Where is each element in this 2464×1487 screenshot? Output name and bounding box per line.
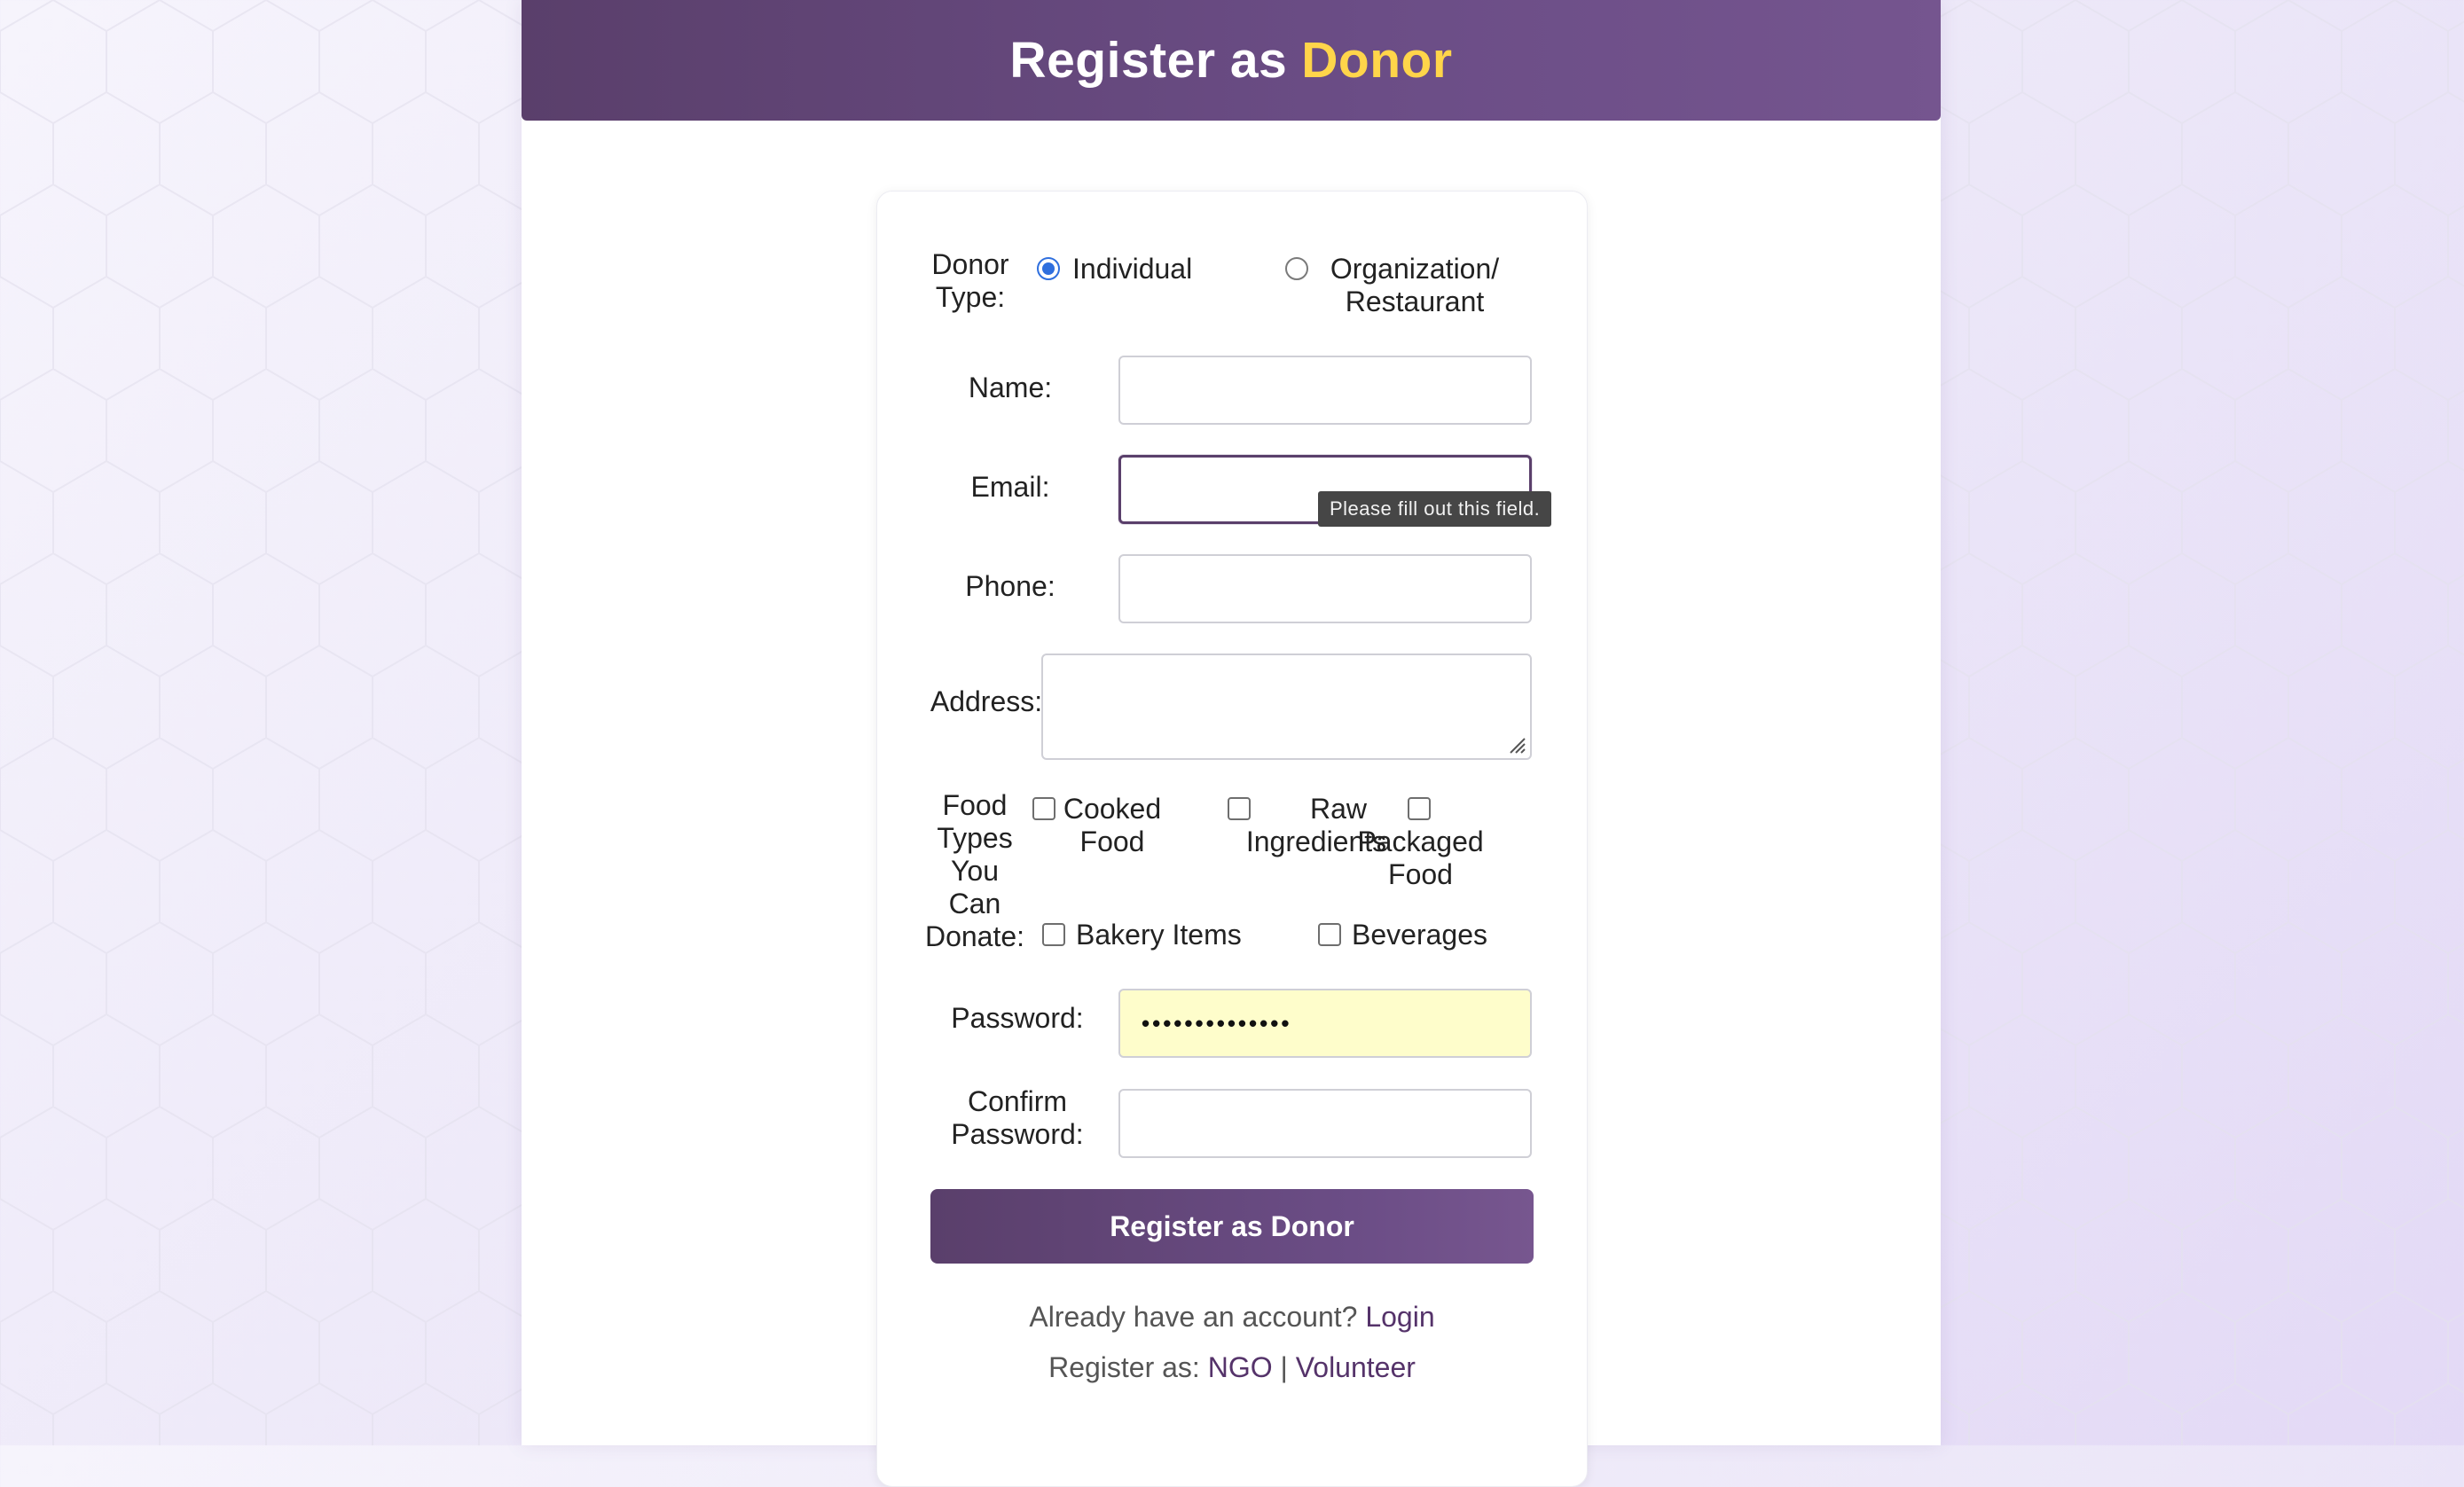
- food-packaged-label[interactable]: Packaged Food: [1356, 826, 1485, 891]
- page-header: Register as Donor: [522, 0, 1941, 121]
- phone-label: Phone:: [965, 570, 1055, 602]
- name-label: Name:: [968, 372, 1053, 403]
- phone-input[interactable]: [1118, 554, 1532, 623]
- donor-type-label: Donor Type:: [931, 248, 1009, 313]
- food-cooked-label[interactable]: Cooked Food: [1059, 793, 1165, 858]
- donor-type-individual-radio[interactable]: [1037, 257, 1060, 280]
- address-textarea[interactable]: [1041, 653, 1532, 760]
- name-input[interactable]: [1118, 356, 1532, 425]
- login-link[interactable]: Login: [1365, 1301, 1434, 1333]
- address-label: Address:: [930, 685, 1043, 717]
- food-beverages-checkbox[interactable]: [1318, 923, 1341, 946]
- food-types-label: Food Types You Can Donate:: [924, 789, 1025, 952]
- confirm-password-input[interactable]: [1118, 1089, 1532, 1158]
- login-prompt: Already have an account? Login: [877, 1301, 1587, 1334]
- food-cooked-checkbox[interactable]: [1032, 797, 1055, 820]
- confirm-password-label: Confirm Password:: [951, 1085, 1084, 1150]
- page-container: Register as Donor Donor Type: Individual…: [522, 0, 1941, 1487]
- link-separator: |: [1280, 1351, 1288, 1383]
- resize-handle-icon[interactable]: [1507, 735, 1526, 755]
- donor-type-organization-label[interactable]: Organization/ Restaurant: [1308, 253, 1521, 318]
- register-as-links: Register as: NGO | Volunteer: [877, 1351, 1587, 1384]
- page-title: Register as: [1009, 32, 1288, 89]
- password-masked-value: ••••••••••••••: [1142, 1010, 1292, 1037]
- volunteer-link[interactable]: Volunteer: [1296, 1351, 1416, 1383]
- registration-card: Donor Type: Individual Organization/ Res…: [876, 191, 1588, 1487]
- donor-type-individual-label[interactable]: Individual: [1072, 253, 1192, 286]
- food-beverages-label[interactable]: Beverages: [1352, 919, 1487, 951]
- account-prompt-text: Already have an account?: [1029, 1301, 1358, 1333]
- food-packaged-checkbox[interactable]: [1408, 797, 1431, 820]
- register-donor-button[interactable]: Register as Donor: [930, 1189, 1534, 1264]
- register-prompt-text: Register as:: [1048, 1351, 1200, 1383]
- food-bakery-checkbox[interactable]: [1042, 923, 1065, 946]
- donor-type-organization-radio[interactable]: [1285, 257, 1308, 280]
- email-validation-tooltip: Please fill out this field.: [1318, 491, 1552, 527]
- food-bakery-label[interactable]: Bakery Items: [1076, 919, 1242, 951]
- password-input[interactable]: ••••••••••••••: [1118, 989, 1532, 1058]
- ngo-link[interactable]: NGO: [1208, 1351, 1273, 1383]
- password-label: Password:: [951, 1002, 1084, 1034]
- email-label: Email:: [970, 471, 1050, 503]
- page-title-accent: Donor: [1301, 32, 1453, 89]
